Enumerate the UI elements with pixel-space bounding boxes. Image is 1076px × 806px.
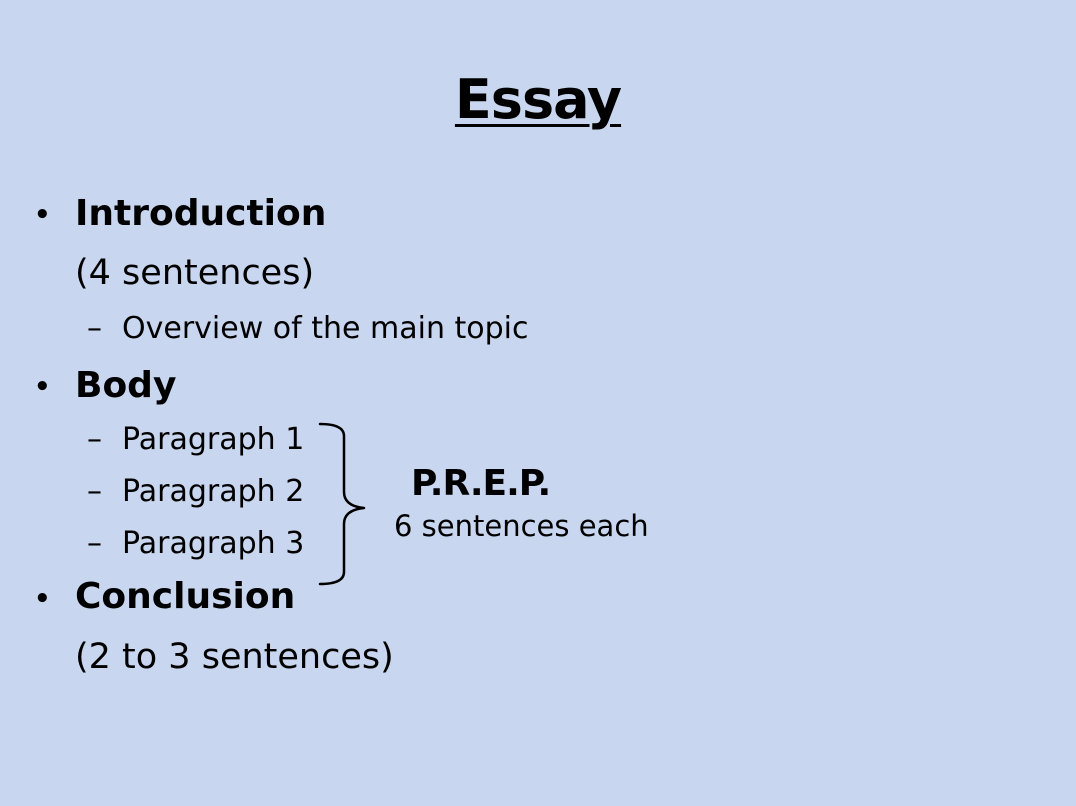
dash-icon: –: [87, 422, 102, 457]
introduction-detail: (4 sentences): [75, 253, 315, 293]
prep-detail: 6 sentences each: [394, 509, 649, 543]
body-heading: Body: [75, 365, 177, 406]
curly-brace-icon: [318, 422, 366, 586]
conclusion-heading: Conclusion: [75, 576, 296, 617]
bullet-icon: •: [34, 372, 51, 402]
introduction-subitem: Overview of the main topic: [122, 311, 529, 346]
slide: Essay • Introduction (4 sentences) – Ove…: [0, 0, 1076, 806]
slide-title: Essay: [454, 68, 622, 131]
dash-icon: –: [87, 311, 102, 346]
bullet-icon: •: [34, 200, 51, 230]
prep-label: P.R.E.P.: [411, 463, 551, 504]
dash-icon: –: [87, 474, 102, 509]
introduction-heading: Introduction: [75, 193, 327, 234]
bullet-icon: •: [34, 584, 51, 614]
body-subitem-paragraph-1: Paragraph 1: [122, 422, 305, 457]
body-subitem-paragraph-2: Paragraph 2: [122, 474, 305, 509]
conclusion-detail: (2 to 3 sentences): [75, 637, 394, 677]
body-subitem-paragraph-3: Paragraph 3: [122, 526, 305, 561]
dash-icon: –: [87, 526, 102, 561]
